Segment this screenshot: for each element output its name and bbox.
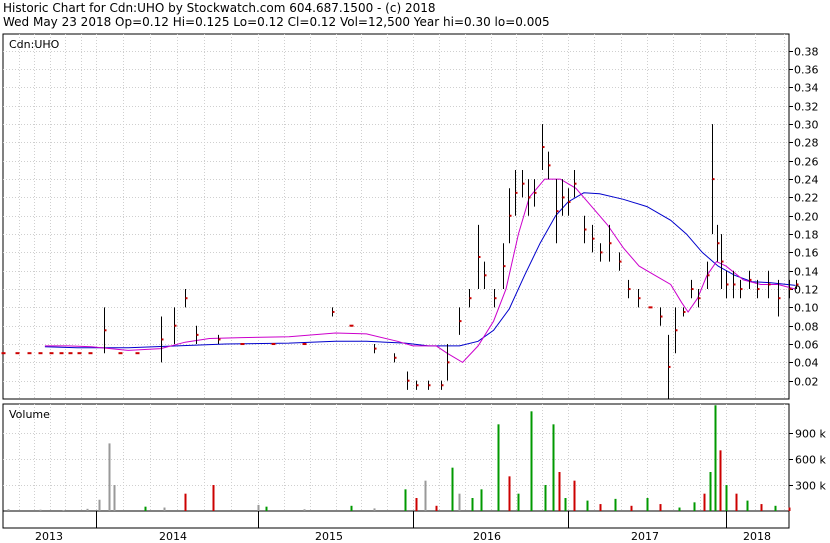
price-tick-label: 0.24 (794, 174, 819, 187)
price-tick-label: 0.08 (794, 321, 819, 334)
price-tick-label: 0.34 (794, 82, 819, 95)
year-label: 2016 (473, 530, 501, 543)
price-tick-label: 0.12 (794, 284, 819, 297)
year-label: 2013 (35, 530, 63, 543)
volume-panel-title: Volume (9, 408, 50, 421)
year-label: 2017 (631, 530, 659, 543)
year-label: 2014 (159, 530, 187, 543)
stock-chart: 0.02 0.04 0.06 0.08 0.10 0.12 0.14 0.16 0.18 0.20… (1, 33, 826, 543)
price-tick-label: 0.38 (794, 46, 819, 59)
price-tick-label: 0.30 (794, 119, 819, 132)
price-tick-label: 0.36 (794, 64, 819, 77)
year-label: 2015 (315, 530, 343, 543)
price-tick-label: 0.04 (794, 357, 819, 370)
price-tick-label: 0.32 (794, 101, 819, 114)
price-tick-label: 0.26 (794, 156, 819, 169)
price-tick-label: 0.02 (794, 376, 819, 389)
price-panel-title: Cdn:UHO (9, 38, 60, 51)
price-tick-label: 0.20 (794, 211, 819, 224)
price-tick-label: 0.10 (794, 302, 819, 315)
price-tick-label: 0.18 (794, 229, 819, 242)
volume-tick-label: 900 k (795, 428, 826, 441)
volume-panel-frame (2, 403, 790, 512)
year-axis-frame (2, 510, 790, 529)
volume-tick-label: 600 k (795, 454, 826, 467)
volume-tick-label: 300 k (795, 480, 826, 493)
price-tick-label: 0.14 (794, 266, 819, 279)
price-tick-label: 0.28 (794, 137, 819, 150)
price-tick-label: 0.06 (794, 339, 819, 352)
moving-average-short (44, 178, 796, 364)
year-label: 2018 (743, 530, 771, 543)
price-tick-label: 0.22 (794, 192, 819, 205)
price-tick-label: 0.16 (794, 247, 819, 260)
